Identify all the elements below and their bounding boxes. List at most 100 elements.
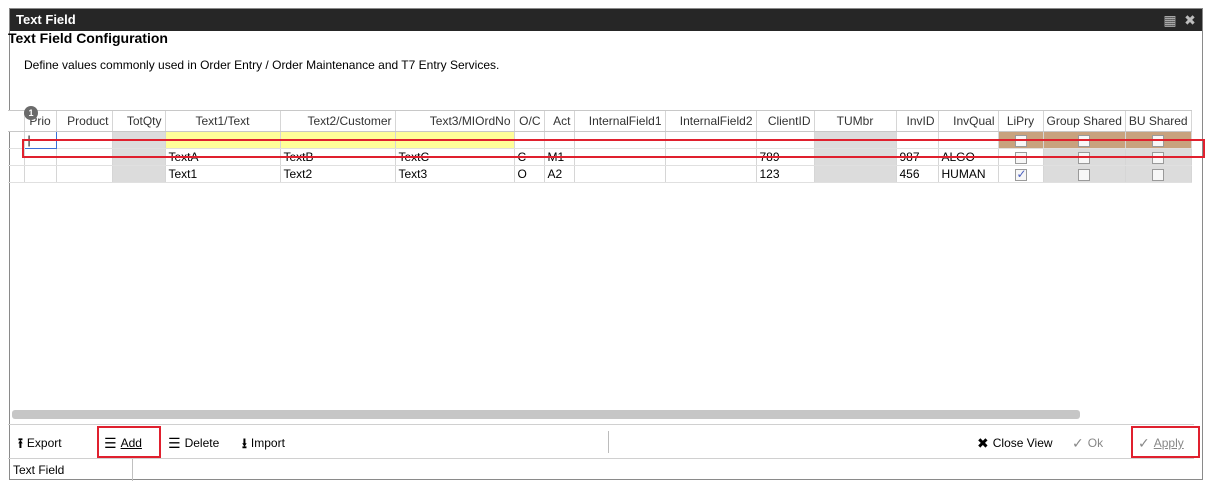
column-header[interactable]: Text1/Text — [165, 111, 281, 132]
group-shared-checkbox[interactable] — [1078, 168, 1091, 181]
act-cell[interactable] — [544, 131, 575, 149]
bu-shared-checkbox[interactable] — [1152, 168, 1165, 181]
invid-cell[interactable]: 456 — [896, 165, 939, 183]
group-shared-cell[interactable] — [1043, 148, 1126, 166]
invid-cell[interactable] — [896, 131, 939, 149]
column-header[interactable]: Text3/MIOrdNo — [395, 111, 515, 132]
invqual-cell[interactable] — [938, 131, 999, 149]
grid-table: Prio Product TotQty Text1/Text Text2/Cus… — [8, 111, 1192, 183]
bu-shared-cell[interactable] — [1125, 165, 1192, 183]
new-row[interactable]: | — [8, 131, 1192, 149]
group-shared-cell[interactable] — [1043, 131, 1126, 149]
column-header[interactable]: TUMbr — [814, 111, 897, 132]
table-row[interactable]: TextA TextB TextC C M1 789 987 ALGO — [8, 148, 1192, 166]
column-header[interactable]: InternalField1 — [574, 111, 666, 132]
table-row[interactable]: Text1 Text2 Text3 O A2 123 456 HUMAN — [8, 165, 1192, 183]
notification-badge: 1 — [24, 106, 38, 120]
export-icon: ⭱ — [18, 435, 23, 451]
bu-shared-checkbox[interactable] — [1152, 151, 1165, 164]
invqual-cell[interactable]: ALGO — [938, 148, 999, 166]
column-header[interactable]: InternalField2 — [665, 111, 757, 132]
clientid-cell[interactable]: 123 — [756, 165, 815, 183]
status-text: Text Field — [13, 463, 65, 477]
clientid-cell[interactable] — [756, 131, 815, 149]
oc-cell[interactable]: O — [514, 165, 545, 183]
grid-header-row: Prio Product TotQty Text1/Text Text2/Cus… — [8, 111, 1192, 132]
page-description: Define values commonly used in Order Ent… — [24, 58, 500, 72]
oc-cell[interactable]: C — [514, 148, 545, 166]
text3-cell[interactable]: Text3 — [395, 165, 515, 183]
import-button[interactable]: ⭳ Import — [242, 434, 285, 452]
prio-cell[interactable] — [24, 165, 57, 183]
export-button[interactable]: ⭱ Export — [18, 434, 62, 452]
column-header[interactable]: BU Shared — [1125, 111, 1192, 132]
lipry-cell[interactable] — [998, 131, 1044, 149]
column-header[interactable]: InvQual — [938, 111, 999, 132]
oc-cell[interactable] — [514, 131, 545, 149]
text2-cell[interactable]: Text2 — [280, 165, 396, 183]
horizontal-scrollbar[interactable] — [12, 410, 1080, 419]
text2-cell[interactable] — [280, 131, 396, 149]
product-cell[interactable] — [56, 165, 113, 183]
tumbr-cell — [814, 165, 897, 183]
column-header[interactable]: Group Shared — [1043, 111, 1126, 132]
tumbr-cell — [814, 148, 897, 166]
totqty-cell — [112, 165, 166, 183]
group-shared-checkbox[interactable] — [1078, 134, 1091, 147]
internalfield2-cell[interactable] — [665, 131, 757, 149]
internalfield2-cell[interactable] — [665, 148, 757, 166]
bu-shared-cell[interactable] — [1125, 131, 1192, 149]
text3-cell[interactable] — [395, 131, 515, 149]
import-icon: ⭳ — [242, 435, 247, 451]
close-view-button[interactable]: ✖ Close View — [977, 434, 1053, 452]
column-header[interactable]: TotQty — [112, 111, 166, 132]
clientid-cell[interactable]: 789 — [756, 148, 815, 166]
status-divider — [132, 459, 133, 481]
group-shared-cell[interactable] — [1043, 165, 1126, 183]
prio-cell[interactable] — [24, 148, 57, 166]
add-button-highlight — [97, 426, 161, 458]
group-shared-checkbox[interactable] — [1078, 151, 1091, 164]
column-header[interactable]: Product — [56, 111, 113, 132]
text1-cell[interactable]: TextA — [165, 148, 281, 166]
window-title: Text Field — [16, 12, 76, 27]
bu-shared-cell[interactable] — [1125, 148, 1192, 166]
lipry-checkbox[interactable] — [1014, 134, 1027, 147]
act-cell[interactable]: A2 — [544, 165, 575, 183]
lipry-checkbox[interactable] — [1014, 151, 1027, 164]
column-header[interactable]: Text2/Customer — [280, 111, 396, 132]
column-header[interactable]: O/C — [514, 111, 545, 132]
column-header[interactable]: ClientID — [756, 111, 815, 132]
delete-button[interactable]: ☰ Delete — [168, 434, 219, 452]
lipry-cell[interactable] — [998, 148, 1044, 166]
product-cell[interactable] — [56, 131, 113, 149]
row-indicator — [8, 165, 25, 183]
internalfield1-cell[interactable] — [574, 148, 666, 166]
window-titlebar: Text Field ▦ ✖ — [10, 9, 1202, 31]
column-header[interactable]: LiPry — [998, 111, 1044, 132]
text-field-grid[interactable]: Prio Product TotQty Text1/Text Text2/Cus… — [8, 110, 1192, 411]
ok-button[interactable]: ✓ Ok — [1072, 434, 1103, 452]
bu-shared-checkbox[interactable] — [1152, 134, 1165, 147]
delete-list-icon: ☰ — [168, 435, 181, 451]
text2-cell[interactable]: TextB — [280, 148, 396, 166]
product-cell[interactable] — [56, 148, 113, 166]
lipry-cell[interactable] — [998, 165, 1044, 183]
invid-cell[interactable]: 987 — [896, 148, 939, 166]
text3-cell[interactable]: TextC — [395, 148, 515, 166]
text1-cell[interactable]: Text1 — [165, 165, 281, 183]
invqual-cell[interactable]: HUMAN — [938, 165, 999, 183]
act-cell[interactable]: M1 — [544, 148, 575, 166]
close-icon[interactable]: ✖ — [1182, 12, 1198, 28]
window-layout-icon[interactable]: ▦ — [1162, 12, 1178, 28]
apply-button-highlight — [1131, 426, 1200, 458]
lipry-checkbox[interactable] — [1014, 167, 1027, 181]
column-header[interactable]: InvID — [896, 111, 939, 132]
text1-cell[interactable] — [165, 131, 281, 149]
internalfield1-cell[interactable] — [574, 165, 666, 183]
internalfield2-cell[interactable] — [665, 165, 757, 183]
prio-cell[interactable]: | — [23, 131, 57, 149]
internalfield1-cell[interactable] — [574, 131, 666, 149]
column-header[interactable]: Act — [544, 111, 575, 132]
row-indicator — [8, 131, 25, 149]
